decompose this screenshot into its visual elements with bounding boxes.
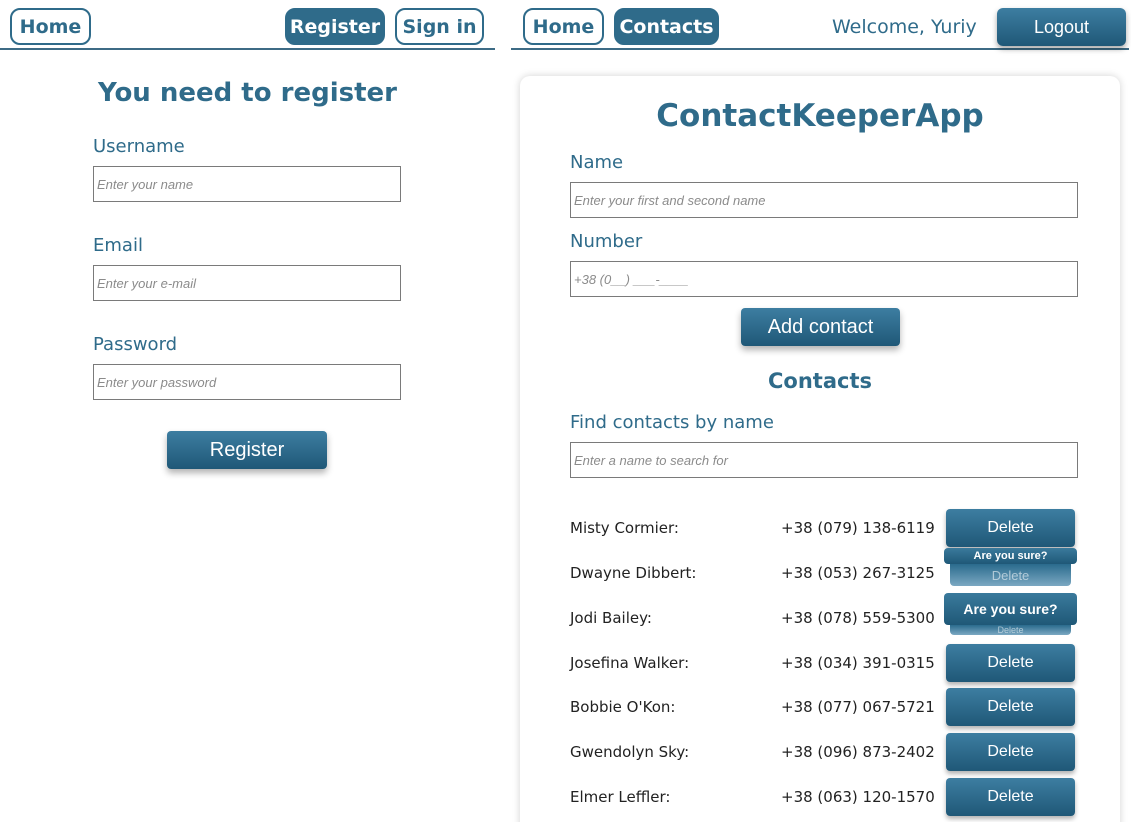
delete-button[interactable]: Delete [946, 778, 1075, 816]
find-label: Find contacts by name [570, 412, 774, 433]
delete-confirm-button[interactable]: Are you sure? Delete [944, 548, 1077, 586]
contact-number: +38 (079) 138-6119 [781, 519, 935, 537]
contact-name: Bobbie O'Kon: [570, 698, 676, 716]
username-input[interactable] [93, 166, 401, 202]
password-input[interactable] [93, 364, 401, 400]
page-title: You need to register [98, 78, 397, 108]
name-input[interactable] [570, 182, 1078, 218]
contact-number: +38 (034) 391-0315 [781, 654, 935, 672]
contact-row: Elmer Leffler: +38 (063) 120-1570 Delete [570, 778, 1080, 818]
username-label: Username [93, 136, 185, 157]
welcome-text: Welcome, Yuriy [832, 16, 977, 38]
contact-number: +38 (078) 559-5300 [781, 609, 935, 627]
delete-confirm-button[interactable]: Are you sure? Delete [944, 593, 1077, 635]
contact-row: Dwayne Dibbert: +38 (053) 267-3125 Are y… [570, 548, 1080, 594]
delete-button[interactable]: Delete [946, 644, 1075, 682]
home-button[interactable]: Home [523, 8, 604, 45]
delete-button[interactable]: Delete [946, 733, 1075, 771]
contact-name: Gwendolyn Sky: [570, 743, 690, 761]
contact-row: Misty Cormier: +38 (079) 138-6119 Delete [570, 509, 1080, 549]
contacts-card: ContactKeeperApp Name Number Add contact… [520, 76, 1120, 822]
confirm-label: Are you sure? [944, 593, 1077, 625]
top-nav: Home Contacts Welcome, Yuriy Logout [511, 0, 1129, 50]
email-label: Email [93, 235, 143, 256]
contacts-nav-button[interactable]: Contacts [614, 8, 719, 45]
contacts-heading: Contacts [768, 369, 872, 393]
contact-row: Gwendolyn Sky: +38 (096) 873-2402 Delete [570, 733, 1080, 773]
top-nav: Home Register Sign in [0, 0, 495, 50]
confirm-label: Are you sure? [944, 548, 1077, 564]
number-label: Number [570, 231, 643, 252]
contact-number: +38 (077) 067-5721 [781, 698, 935, 716]
delete-label: Delete [950, 564, 1071, 586]
delete-button[interactable]: Delete [946, 688, 1075, 726]
app-title: ContactKeeperApp [656, 98, 984, 134]
contact-name: Misty Cormier: [570, 519, 679, 537]
contact-row: Bobbie O'Kon: +38 (077) 067-5721 Delete [570, 688, 1080, 728]
name-label: Name [570, 152, 624, 173]
contact-name: Jodi Bailey: [570, 609, 652, 627]
register-nav-button[interactable]: Register [285, 8, 385, 45]
email-input[interactable] [93, 265, 401, 301]
sign-in-button[interactable]: Sign in [395, 8, 484, 45]
register-submit-button[interactable]: Register [167, 431, 327, 469]
contacts-panel: Home Contacts Welcome, Yuriy Logout Cont… [511, 0, 1131, 822]
contact-number: +38 (063) 120-1570 [781, 788, 935, 806]
register-panel: Home Register Sign in You need to regist… [0, 0, 495, 822]
contact-row: Josefina Walker: +38 (034) 391-0315 Dele… [570, 644, 1080, 684]
password-label: Password [93, 334, 178, 355]
contact-row: Jodi Bailey: +38 (078) 559-5300 Are you … [570, 593, 1080, 639]
contact-name: Josefina Walker: [570, 654, 690, 672]
delete-label: Delete [950, 625, 1071, 635]
logout-button[interactable]: Logout [997, 8, 1126, 46]
add-contact-button[interactable]: Add contact [741, 308, 900, 346]
contact-number: +38 (053) 267-3125 [781, 564, 935, 582]
contact-name: Dwayne Dibbert: [570, 564, 697, 582]
contact-name: Elmer Leffler: [570, 788, 671, 806]
search-input[interactable] [570, 442, 1078, 478]
home-button[interactable]: Home [10, 8, 91, 45]
contact-number: +38 (096) 873-2402 [781, 743, 935, 761]
number-input[interactable] [570, 261, 1078, 297]
delete-button[interactable]: Delete [946, 509, 1075, 547]
